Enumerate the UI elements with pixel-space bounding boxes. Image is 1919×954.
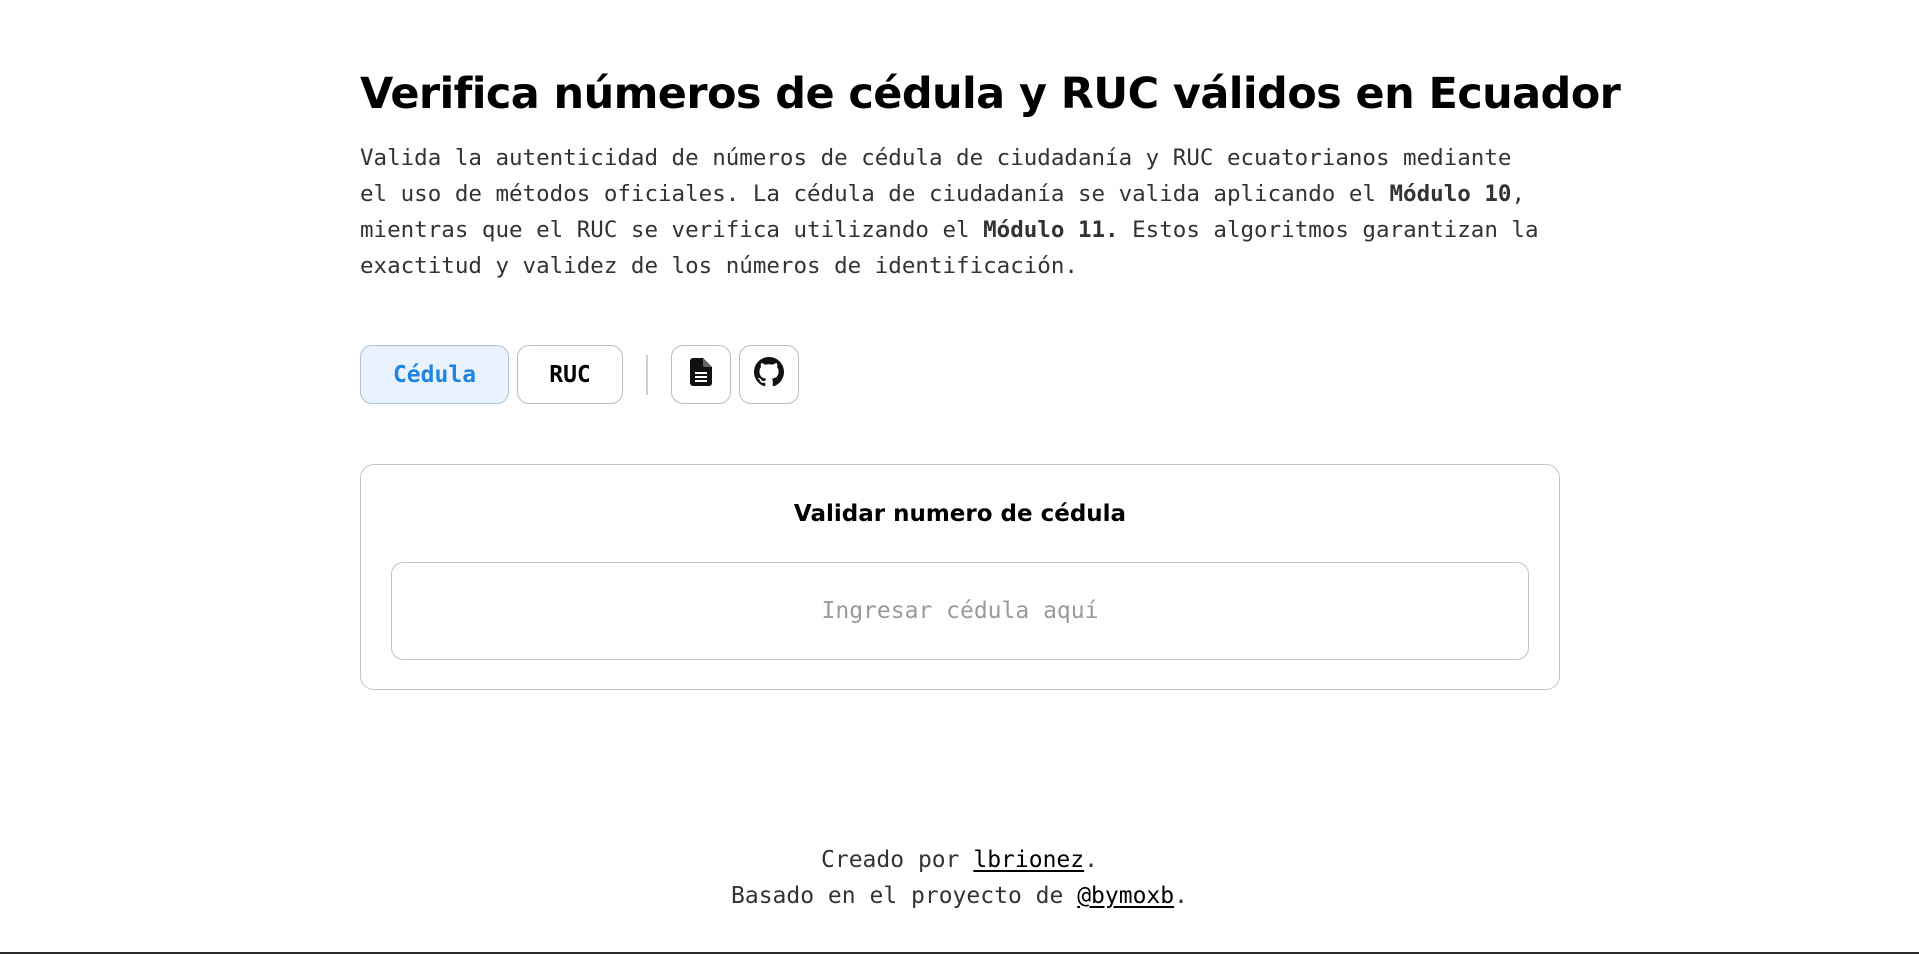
validation-card: Validar numero de cédula: [360, 464, 1560, 690]
footer-credit-suffix: .: [1084, 847, 1098, 873]
page-title: Verifica números de cédula y RUC válidos…: [360, 69, 1621, 119]
footer-based-suffix: .: [1174, 883, 1188, 909]
document-icon: [689, 358, 712, 391]
tab-ruc[interactable]: RUC: [517, 345, 623, 404]
original-project-link[interactable]: @bymoxb: [1077, 883, 1174, 909]
tab-cedula[interactable]: Cédula: [360, 345, 509, 404]
page-description: Valida la autenticidad de números de céd…: [360, 140, 1540, 284]
tab-bar: Cédula RUC: [360, 345, 799, 404]
cedula-input[interactable]: [391, 562, 1529, 660]
github-icon: [753, 357, 784, 392]
description-bold-modulo-10: Módulo 10: [1389, 181, 1512, 207]
description-bold-modulo-11: Módulo 11.: [983, 217, 1119, 243]
footer-credit-line: Creado por lbrionez.: [0, 842, 1919, 878]
footer: Creado por lbrionez. Basado en el proyec…: [0, 842, 1919, 914]
footer-based-prefix: Basado en el proyecto de: [731, 883, 1078, 909]
tab-divider: [646, 354, 648, 395]
card-title: Validar numero de cédula: [793, 501, 1127, 527]
description-text-1: Valida la autenticidad de números de céd…: [360, 145, 1512, 207]
documentation-button[interactable]: [670, 345, 731, 404]
author-link[interactable]: lbrionez: [973, 847, 1084, 873]
footer-credit-prefix: Creado por: [821, 847, 974, 873]
footer-based-on-line: Basado en el proyecto de @bymoxb.: [0, 878, 1919, 914]
github-button[interactable]: [738, 345, 799, 404]
